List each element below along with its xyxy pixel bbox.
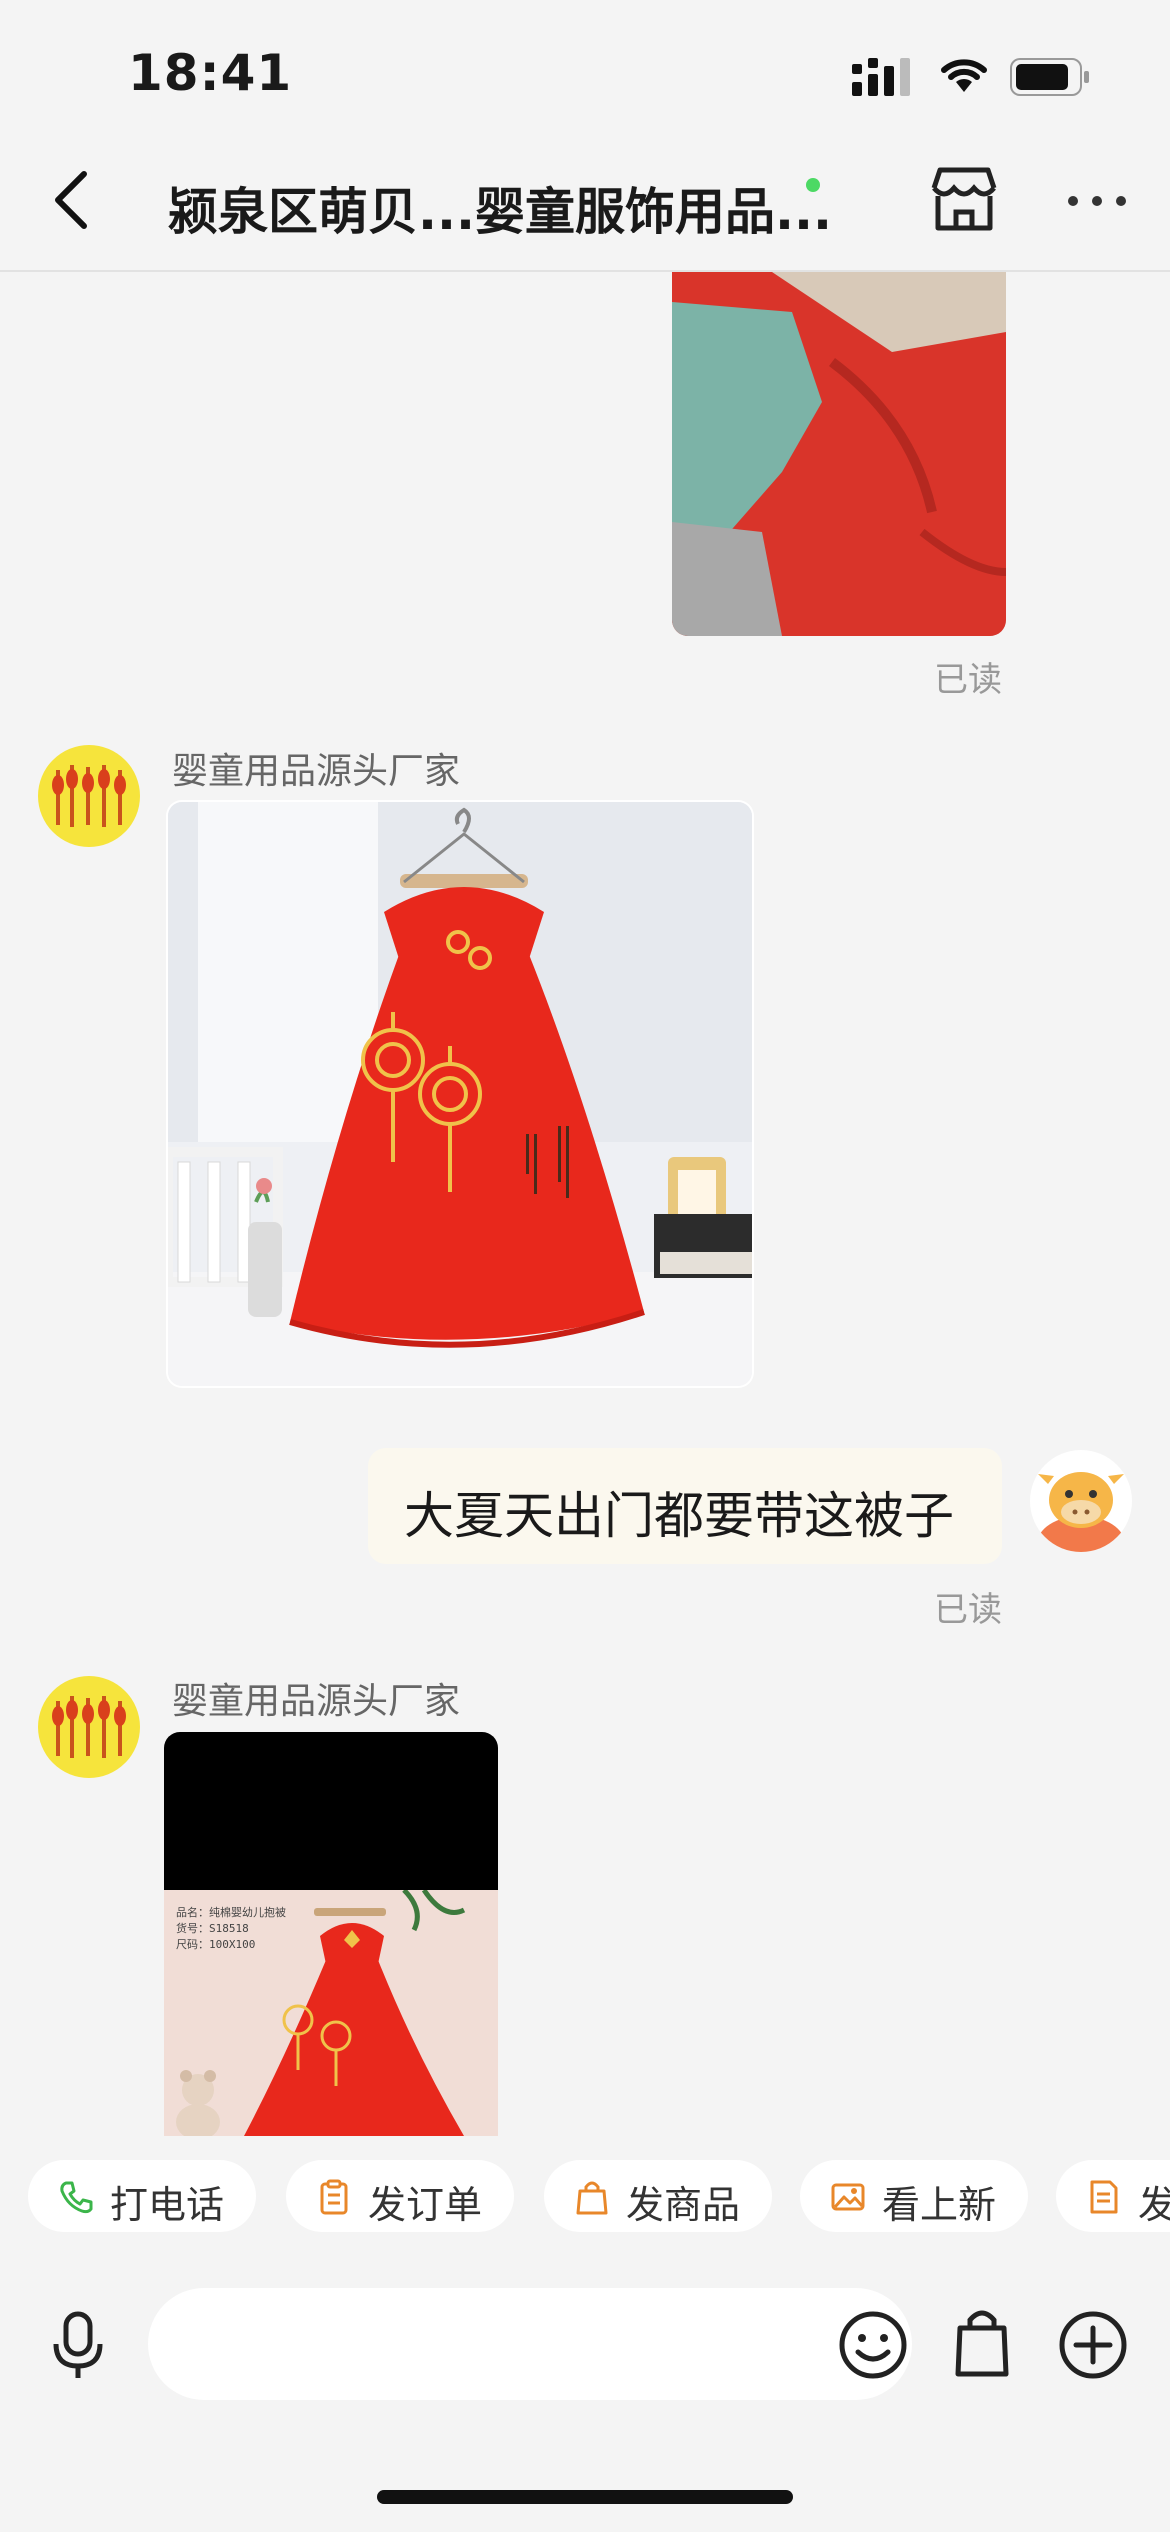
image-icon [831, 2183, 865, 2211]
product-caption-name: 品名：纯棉婴幼儿抱被 [176, 1906, 286, 1919]
read-receipt: 已读 [934, 1590, 1002, 1630]
wifi-icon [941, 59, 987, 92]
battery-icon [1010, 58, 1089, 96]
call-button[interactable]: 打电话 [28, 2160, 256, 2232]
sender-name: 婴童用品源头厂家 [172, 1681, 461, 1722]
quick-action-label: 看上新 [882, 2183, 997, 2227]
outgoing-message-bubble[interactable]: 大夏天出门都要带这被子 [368, 1448, 1002, 1564]
microphone-icon[interactable] [48, 2310, 108, 2382]
send-product-button[interactable]: 发商品 [544, 2160, 772, 2232]
sender-avatar[interactable] [38, 1676, 140, 1778]
status-time: 18:41 [128, 44, 293, 102]
quick-action-label: 打电话 [110, 2183, 225, 2227]
shopping-bag-icon [576, 2181, 608, 2215]
read-receipt: 已读 [934, 660, 1002, 700]
add-icon[interactable] [1058, 2310, 1128, 2380]
quick-action-label: 发订单 [368, 2183, 483, 2227]
view-new-arrivals-button[interactable]: 看上新 [800, 2160, 1028, 2232]
more-options-icon[interactable] [1068, 196, 1138, 212]
emoji-icon[interactable] [838, 2310, 908, 2380]
my-avatar[interactable] [1030, 1450, 1132, 1552]
document-icon [1090, 2180, 1118, 2214]
cellular-signal-icon [852, 58, 910, 96]
message-input[interactable] [148, 2288, 912, 2400]
sender-avatar[interactable] [38, 745, 140, 847]
back-arrow-icon[interactable] [44, 170, 104, 230]
outgoing-message-text: 大夏天出门都要带这被子 [404, 1487, 954, 1545]
sender-name: 婴童用品源头厂家 [172, 751, 461, 792]
product-caption-sku: 货号：S18518 [176, 1922, 249, 1935]
chat-header: 颍泉区萌贝...婴童服饰用品... [0, 130, 1170, 272]
home-indicator [377, 2490, 793, 2504]
phone-icon [60, 2181, 93, 2214]
send-document-button[interactable]: 发 [1056, 2160, 1170, 2232]
store-icon[interactable] [924, 160, 1004, 240]
product-photo-quilt[interactable] [166, 800, 754, 1388]
online-status-dot [806, 178, 820, 192]
quick-action-label: 发 [1138, 2183, 1170, 2227]
product-caption-size: 尺码：100X100 [176, 1938, 256, 1951]
quick-action-label: 发商品 [626, 2183, 741, 2227]
clipboard-icon [320, 2179, 348, 2215]
product-photo-video[interactable]: 品名：纯棉婴幼儿抱被 货号：S18518 尺码：100X100 [164, 1732, 498, 2136]
shopping-bag-icon[interactable] [952, 2306, 1012, 2378]
chat-title[interactable]: 颍泉区萌贝...婴童服饰用品... [168, 172, 832, 244]
outgoing-photo[interactable] [672, 272, 1006, 636]
send-order-button[interactable]: 发订单 [286, 2160, 514, 2232]
